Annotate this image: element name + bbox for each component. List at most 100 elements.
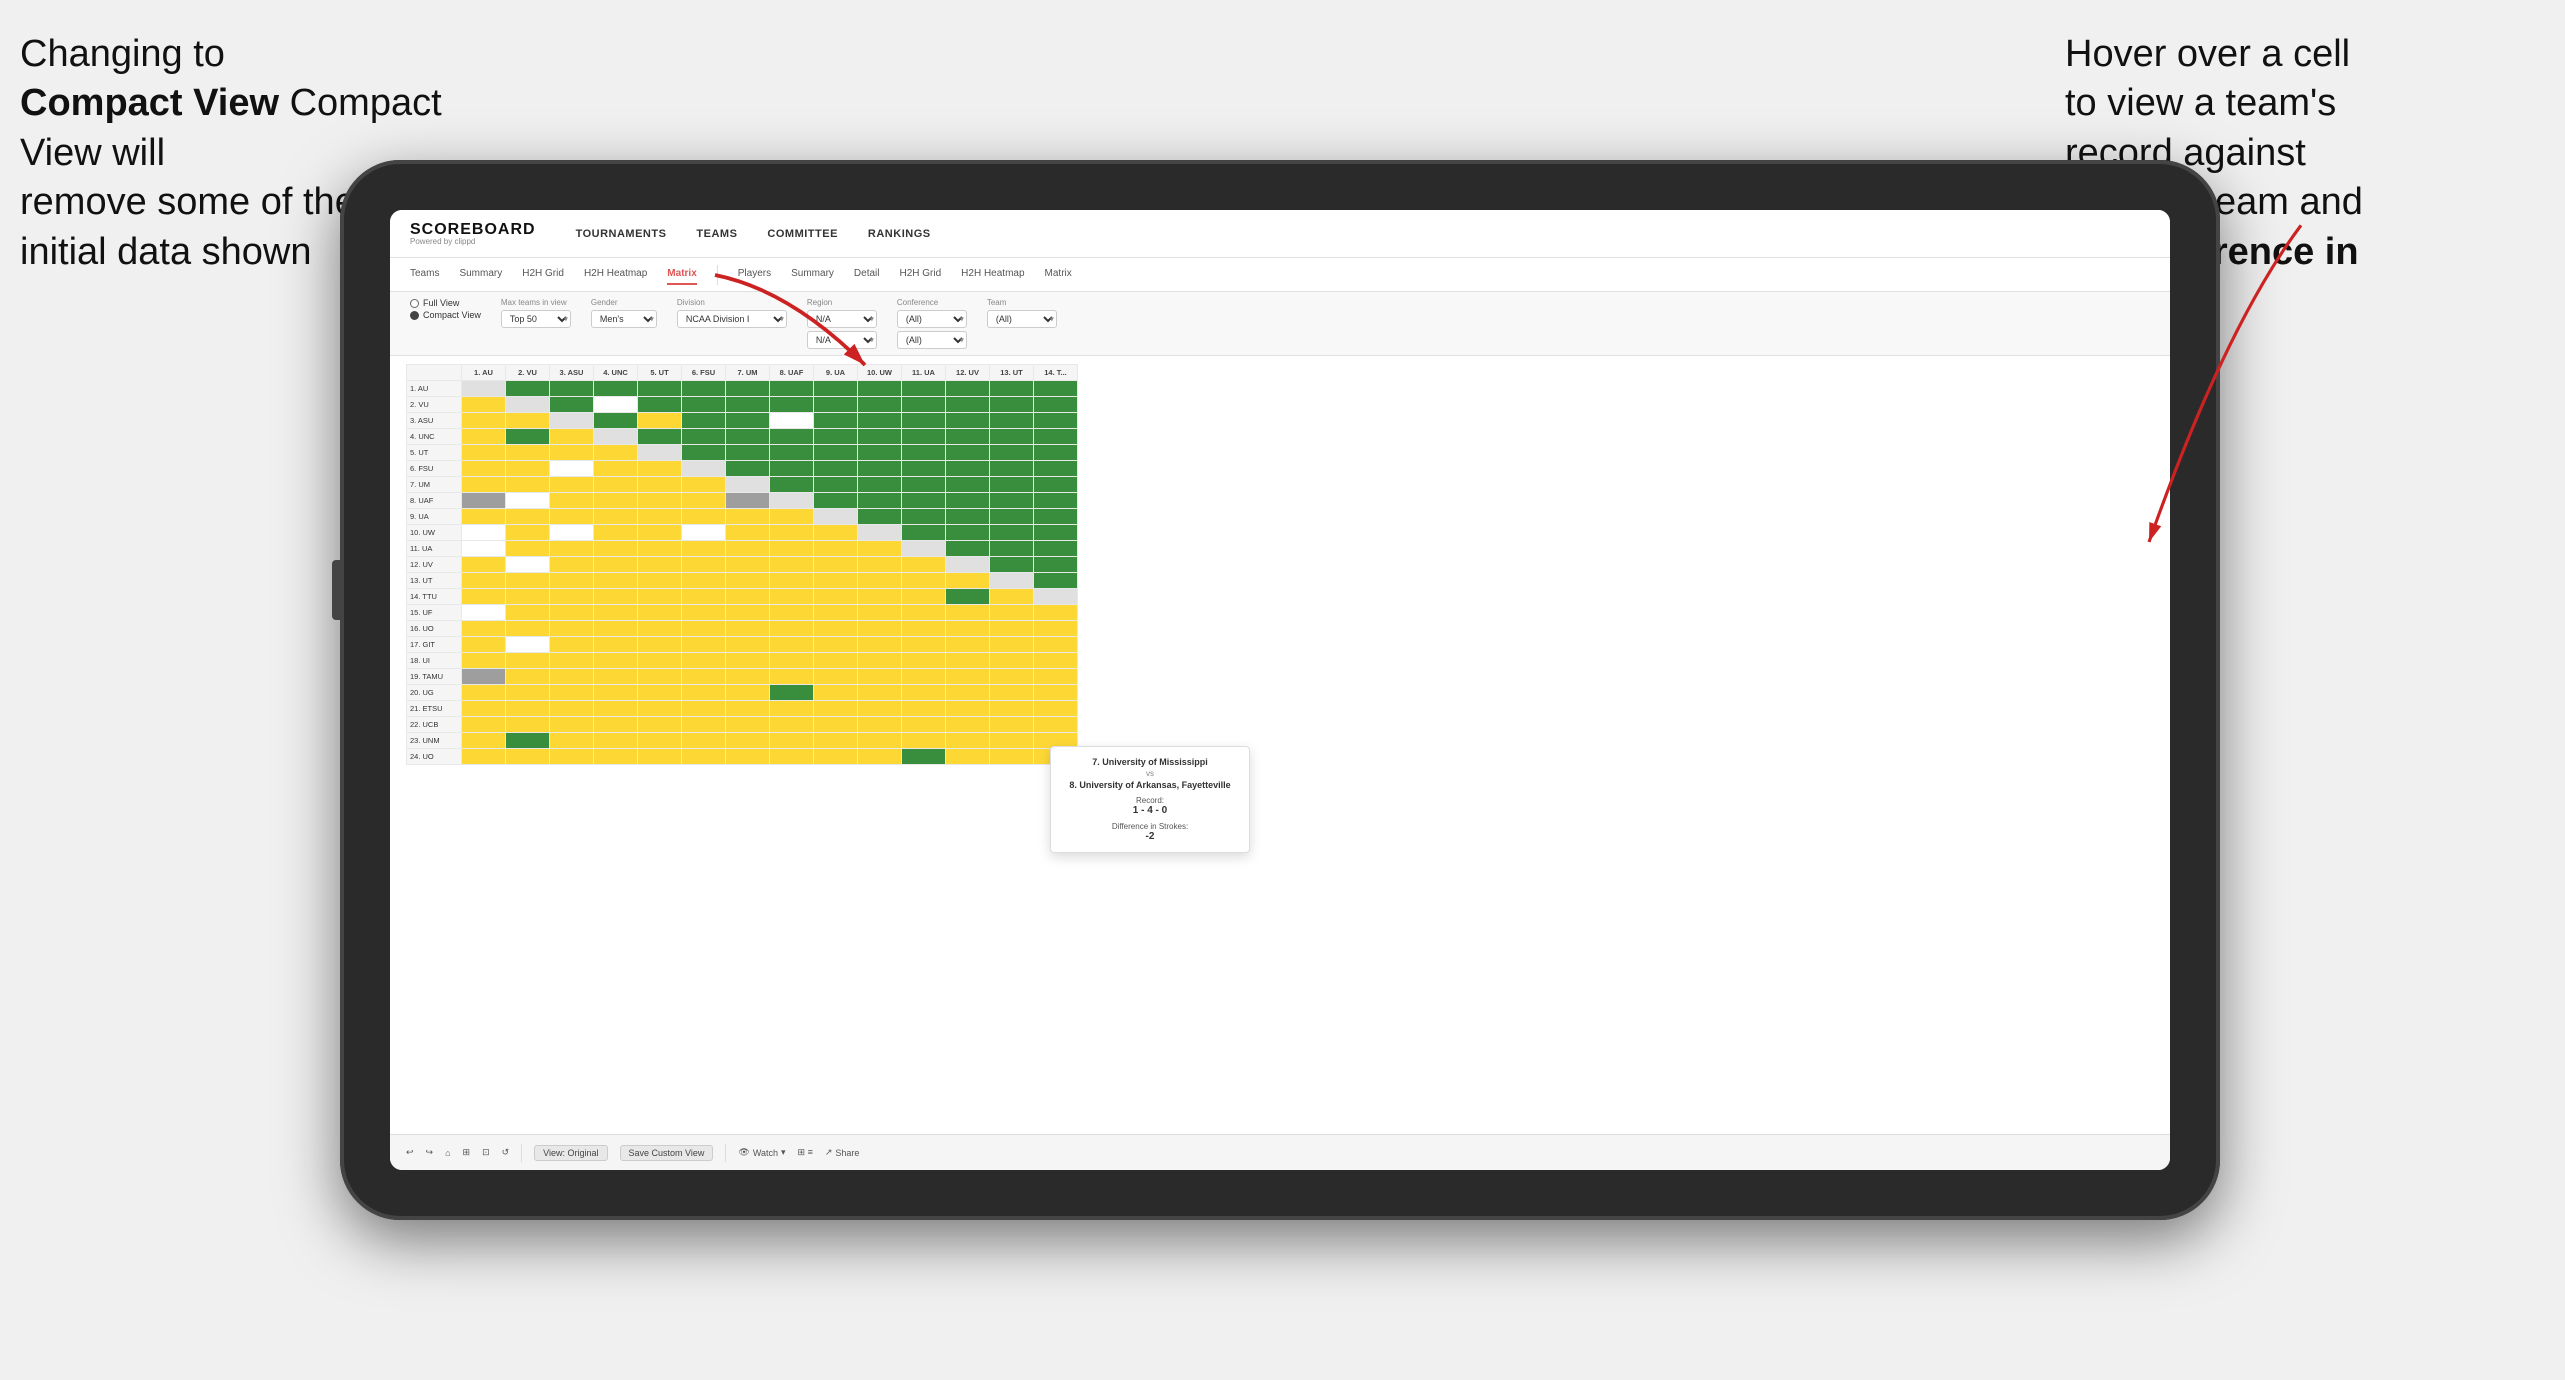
matrix-cell[interactable] (770, 557, 814, 573)
matrix-cell[interactable] (1034, 573, 1078, 589)
matrix-cell[interactable] (770, 621, 814, 637)
matrix-cell[interactable] (682, 477, 726, 493)
matrix-cell[interactable] (550, 413, 594, 429)
matrix-cell[interactable] (858, 429, 902, 445)
matrix-cell[interactable] (946, 749, 990, 765)
matrix-cell[interactable] (594, 717, 638, 733)
matrix-cell[interactable] (506, 557, 550, 573)
share-button[interactable]: ↗ Share (825, 1147, 860, 1158)
matrix-cell[interactable] (814, 413, 858, 429)
matrix-cell[interactable] (506, 621, 550, 637)
matrix-cell[interactable] (462, 637, 506, 653)
matrix-cell[interactable] (814, 509, 858, 525)
matrix-cell[interactable] (682, 685, 726, 701)
matrix-cell[interactable] (858, 509, 902, 525)
matrix-cell[interactable] (638, 541, 682, 557)
matrix-cell[interactable] (682, 509, 726, 525)
matrix-cell[interactable] (814, 685, 858, 701)
matrix-cell[interactable] (550, 653, 594, 669)
matrix-cell[interactable] (682, 381, 726, 397)
matrix-cell[interactable] (726, 477, 770, 493)
matrix-cell[interactable] (858, 637, 902, 653)
matrix-cell[interactable] (682, 413, 726, 429)
matrix-cell[interactable] (770, 413, 814, 429)
matrix-cell[interactable] (594, 413, 638, 429)
matrix-cell[interactable] (902, 557, 946, 573)
matrix-cell[interactable] (506, 685, 550, 701)
conference-select-2[interactable]: (All) (897, 331, 967, 349)
matrix-cell[interactable] (902, 589, 946, 605)
matrix-cell[interactable] (990, 525, 1034, 541)
matrix-cell[interactable] (638, 653, 682, 669)
matrix-cell[interactable] (726, 509, 770, 525)
matrix-cell[interactable] (506, 493, 550, 509)
matrix-cell[interactable] (990, 717, 1034, 733)
matrix-cell[interactable] (902, 381, 946, 397)
matrix-cell[interactable] (858, 525, 902, 541)
matrix-cell[interactable] (726, 573, 770, 589)
matrix-cell[interactable] (814, 749, 858, 765)
matrix-cell[interactable] (902, 669, 946, 685)
matrix-cell[interactable] (462, 445, 506, 461)
matrix-cell[interactable] (1034, 477, 1078, 493)
matrix-cell[interactable] (858, 605, 902, 621)
matrix-cell[interactable] (858, 541, 902, 557)
matrix-cell[interactable] (858, 589, 902, 605)
matrix-cell[interactable] (726, 461, 770, 477)
matrix-cell[interactable] (682, 589, 726, 605)
matrix-cell[interactable] (902, 717, 946, 733)
matrix-cell[interactable] (550, 749, 594, 765)
matrix-cell[interactable] (682, 605, 726, 621)
subnav-detail[interactable]: Detail (854, 264, 880, 285)
matrix-cell[interactable] (770, 381, 814, 397)
matrix-cell[interactable] (814, 397, 858, 413)
matrix-cell[interactable] (550, 461, 594, 477)
matrix-cell[interactable] (990, 445, 1034, 461)
matrix-cell[interactable] (550, 509, 594, 525)
compact-view-option[interactable]: Compact View (410, 310, 481, 320)
matrix-cell[interactable] (1034, 717, 1078, 733)
matrix-cell[interactable] (726, 621, 770, 637)
matrix-cell[interactable] (682, 717, 726, 733)
matrix-cell[interactable] (902, 653, 946, 669)
matrix-cell[interactable] (814, 557, 858, 573)
matrix-cell[interactable] (638, 733, 682, 749)
matrix-cell[interactable] (506, 573, 550, 589)
matrix-cell[interactable] (638, 557, 682, 573)
matrix-cell[interactable] (858, 669, 902, 685)
matrix-cell[interactable] (946, 717, 990, 733)
matrix-cell[interactable] (682, 573, 726, 589)
matrix-cell[interactable] (462, 653, 506, 669)
matrix-cell[interactable] (902, 621, 946, 637)
matrix-cell[interactable] (594, 701, 638, 717)
matrix-cell[interactable] (726, 525, 770, 541)
matrix-cell[interactable] (726, 445, 770, 461)
matrix-cell[interactable] (990, 413, 1034, 429)
matrix-cell[interactable] (726, 701, 770, 717)
matrix-cell[interactable] (462, 621, 506, 637)
matrix-cell[interactable] (1034, 397, 1078, 413)
matrix-cell[interactable] (550, 605, 594, 621)
matrix-cell[interactable] (506, 397, 550, 413)
subnav-matrix-2[interactable]: Matrix (1045, 264, 1072, 285)
matrix-cell[interactable] (902, 429, 946, 445)
matrix-cell[interactable] (858, 493, 902, 509)
subnav-h2h-heatmap-1[interactable]: H2H Heatmap (584, 264, 647, 285)
matrix-cell[interactable] (682, 749, 726, 765)
matrix-cell[interactable] (814, 493, 858, 509)
matrix-cell[interactable] (594, 653, 638, 669)
matrix-cell[interactable] (902, 445, 946, 461)
matrix-cell[interactable] (1034, 461, 1078, 477)
matrix-cell[interactable] (462, 605, 506, 621)
matrix-cell[interactable] (462, 589, 506, 605)
matrix-cell[interactable] (462, 685, 506, 701)
matrix-cell[interactable] (902, 541, 946, 557)
matrix-cell[interactable] (946, 429, 990, 445)
matrix-cell[interactable] (594, 589, 638, 605)
compact-view-radio[interactable] (410, 311, 419, 320)
matrix-cell[interactable] (946, 701, 990, 717)
matrix-cell[interactable] (550, 557, 594, 573)
matrix-cell[interactable] (506, 445, 550, 461)
matrix-cell[interactable] (990, 749, 1034, 765)
matrix-cell[interactable] (858, 557, 902, 573)
